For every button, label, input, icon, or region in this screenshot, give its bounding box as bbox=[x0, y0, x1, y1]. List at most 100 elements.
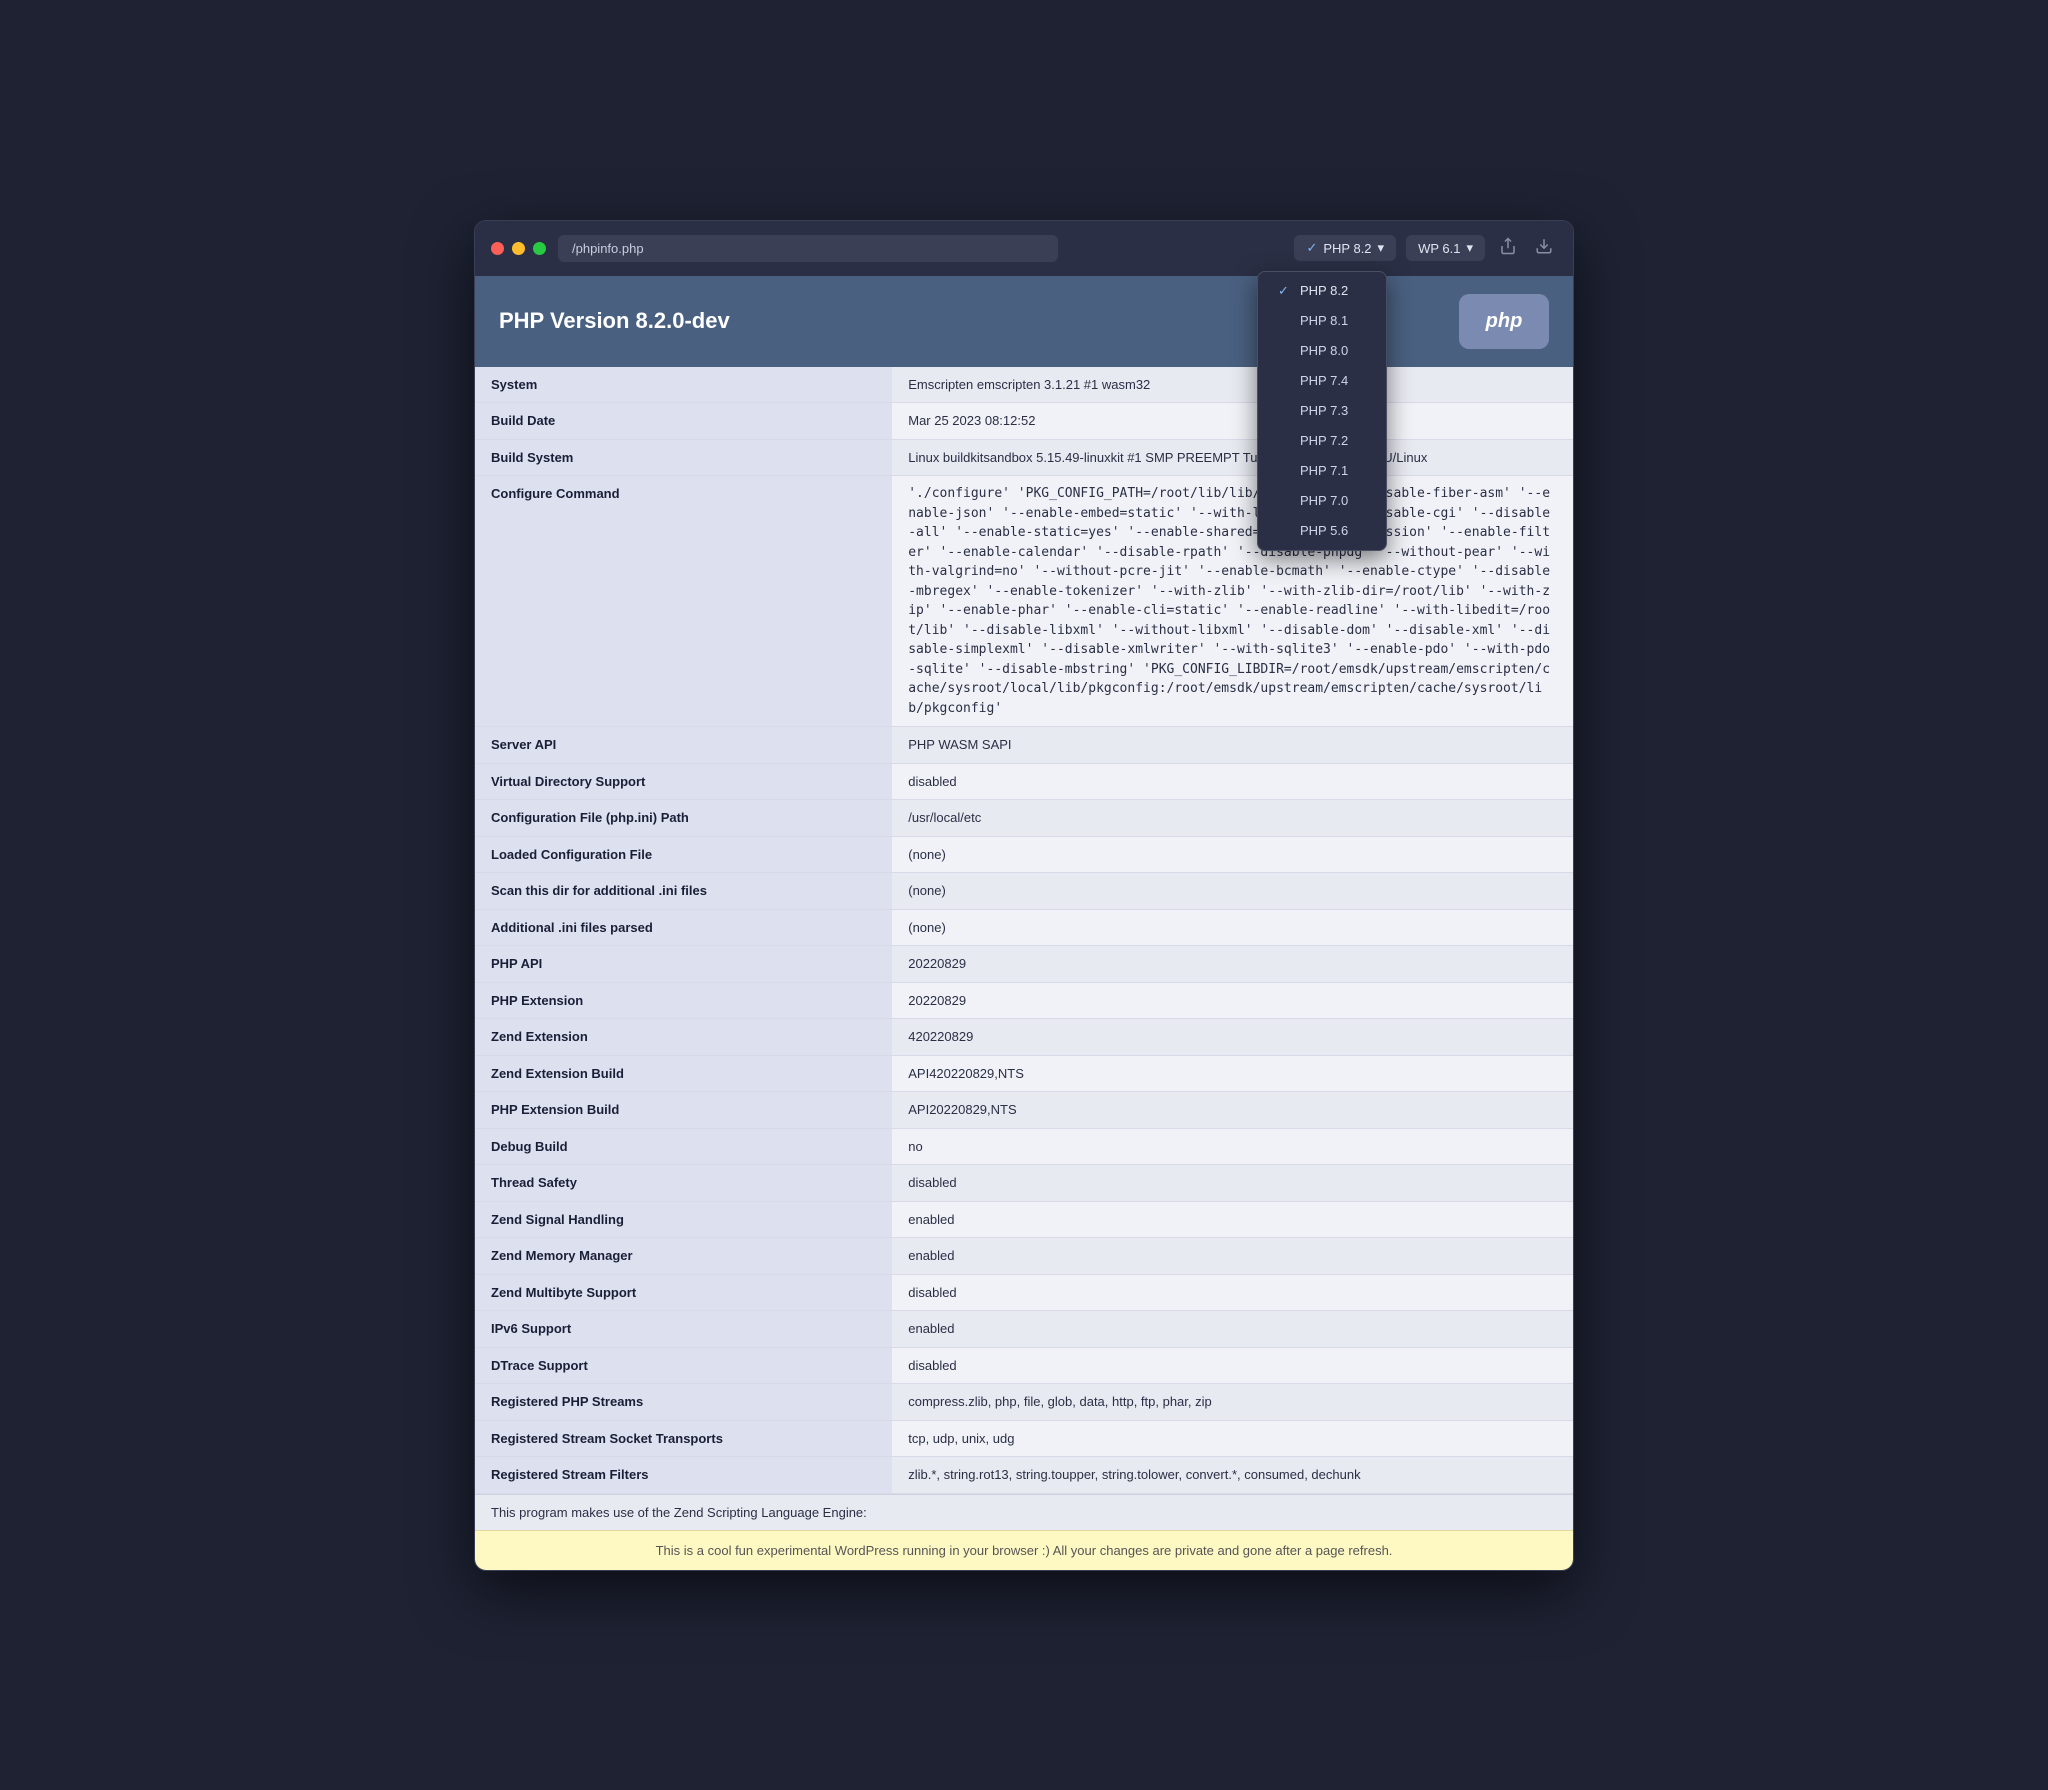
check-placeholder: ✓ bbox=[1278, 493, 1292, 509]
php-version-dropdown: ✓ PHP 8.2 ✓ PHP 8.1 ✓ PHP 8.0 ✓ PHP 7.4 … bbox=[1257, 271, 1387, 551]
php-check-icon: ✓ bbox=[1306, 240, 1317, 256]
table-row: Loaded Configuration File(none) bbox=[475, 836, 1573, 873]
php-header: PHP Version 8.2.0-dev php bbox=[475, 276, 1573, 367]
table-value: enabled bbox=[892, 1201, 1573, 1238]
dropdown-item-php82[interactable]: ✓ PHP 8.2 bbox=[1258, 276, 1386, 306]
table-key: Registered Stream Filters bbox=[475, 1457, 892, 1494]
table-row: Additional .ini files parsed(none) bbox=[475, 909, 1573, 946]
table-value: enabled bbox=[892, 1311, 1573, 1348]
dropdown-item-php73[interactable]: ✓ PHP 7.3 bbox=[1258, 396, 1386, 426]
table-row: Registered PHP Streamscompress.zlib, php… bbox=[475, 1384, 1573, 1421]
table-value: disabled bbox=[892, 1165, 1573, 1202]
footer-note: This program makes use of the Zend Scrip… bbox=[475, 1494, 1573, 1530]
dropdown-item-php70[interactable]: ✓ PHP 7.0 bbox=[1258, 486, 1386, 516]
table-key: Additional .ini files parsed bbox=[475, 909, 892, 946]
table-row: Build SystemLinux buildkitsandbox 5.15.4… bbox=[475, 439, 1573, 476]
download-button[interactable] bbox=[1531, 233, 1557, 264]
table-key: Loaded Configuration File bbox=[475, 836, 892, 873]
table-key: PHP Extension bbox=[475, 982, 892, 1019]
table-key: Zend Extension Build bbox=[475, 1055, 892, 1092]
table-key: Zend Memory Manager bbox=[475, 1238, 892, 1275]
table-key: PHP Extension Build bbox=[475, 1092, 892, 1129]
table-row: Registered Stream Filterszlib.*, string.… bbox=[475, 1457, 1573, 1494]
titlebar: /phpinfo.php ✓ PHP 8.2 ✓ PHP 8.1 ✓ PHP 8… bbox=[475, 221, 1573, 276]
table-row: Zend Memory Managerenabled bbox=[475, 1238, 1573, 1275]
wp-version-button[interactable]: WP 6.1 ▾ bbox=[1406, 235, 1485, 261]
dropdown-item-php71[interactable]: ✓ PHP 7.1 bbox=[1258, 456, 1386, 486]
table-key: Scan this dir for additional .ini files bbox=[475, 873, 892, 910]
table-row: Zend Extension420220829 bbox=[475, 1019, 1573, 1056]
traffic-lights bbox=[491, 242, 546, 255]
dropdown-item-php72[interactable]: ✓ PHP 7.2 bbox=[1258, 426, 1386, 456]
table-value: (none) bbox=[892, 909, 1573, 946]
chevron-down-icon: ▾ bbox=[1378, 240, 1385, 256]
table-key: Server API bbox=[475, 727, 892, 764]
check-icon: ✓ bbox=[1278, 283, 1292, 299]
table-value: Linux buildkitsandbox 5.15.49-linuxkit #… bbox=[892, 439, 1573, 476]
table-value: API420220829,NTS bbox=[892, 1055, 1573, 1092]
check-placeholder: ✓ bbox=[1278, 373, 1292, 389]
table-key: Build System bbox=[475, 439, 892, 476]
table-key: Zend Extension bbox=[475, 1019, 892, 1056]
main-window: /phpinfo.php ✓ PHP 8.2 ✓ PHP 8.1 ✓ PHP 8… bbox=[474, 220, 1574, 1571]
table-value: disabled bbox=[892, 1274, 1573, 1311]
php-logo: php bbox=[1459, 294, 1549, 349]
table-key: Zend Multibyte Support bbox=[475, 1274, 892, 1311]
dropdown-item-php80[interactable]: ✓ PHP 8.0 bbox=[1258, 336, 1386, 366]
check-placeholder: ✓ bbox=[1278, 343, 1292, 359]
table-row: IPv6 Supportenabled bbox=[475, 1311, 1573, 1348]
check-placeholder: ✓ bbox=[1278, 313, 1292, 329]
table-row: Debug Buildno bbox=[475, 1128, 1573, 1165]
table-row: Build DateMar 25 2023 08:12:52 bbox=[475, 403, 1573, 440]
table-key: Build Date bbox=[475, 403, 892, 440]
maximize-button[interactable] bbox=[533, 242, 546, 255]
table-row: Configure Command'./configure' 'PKG_CONF… bbox=[475, 476, 1573, 727]
table-value: compress.zlib, php, file, glob, data, ht… bbox=[892, 1384, 1573, 1421]
table-value: (none) bbox=[892, 873, 1573, 910]
table-row: Virtual Directory Supportdisabled bbox=[475, 763, 1573, 800]
table-value: 20220829 bbox=[892, 982, 1573, 1019]
dropdown-item-php74[interactable]: ✓ PHP 7.4 bbox=[1258, 366, 1386, 396]
table-key: Zend Signal Handling bbox=[475, 1201, 892, 1238]
table-value: PHP WASM SAPI bbox=[892, 727, 1573, 764]
dropdown-item-php81[interactable]: ✓ PHP 8.1 bbox=[1258, 306, 1386, 336]
check-placeholder: ✓ bbox=[1278, 523, 1292, 539]
table-value: zlib.*, string.rot13, string.toupper, st… bbox=[892, 1457, 1573, 1494]
table-row: Zend Signal Handlingenabled bbox=[475, 1201, 1573, 1238]
info-table: SystemEmscripten emscripten 3.1.21 #1 wa… bbox=[475, 367, 1573, 1494]
table-row: PHP Extension BuildAPI20220829,NTS bbox=[475, 1092, 1573, 1129]
table-key: IPv6 Support bbox=[475, 1311, 892, 1348]
page-content: PHP Version 8.2.0-dev php SystemEmscript… bbox=[475, 276, 1573, 1530]
table-value: disabled bbox=[892, 1347, 1573, 1384]
table-value: enabled bbox=[892, 1238, 1573, 1275]
table-row: Zend Extension BuildAPI420220829,NTS bbox=[475, 1055, 1573, 1092]
url-bar[interactable]: /phpinfo.php bbox=[558, 235, 1058, 262]
php-version-title: PHP Version 8.2.0-dev bbox=[499, 308, 730, 334]
titlebar-right: ✓ PHP 8.2 ✓ PHP 8.1 ✓ PHP 8.0 ✓ PHP 7.4 … bbox=[1294, 233, 1557, 264]
table-value: Mar 25 2023 08:12:52 bbox=[892, 403, 1573, 440]
table-value: disabled bbox=[892, 763, 1573, 800]
table-value: /usr/local/etc bbox=[892, 800, 1573, 837]
php-version-button[interactable]: ✓ PHP 8.2 ▾ bbox=[1294, 235, 1396, 261]
table-key: Debug Build bbox=[475, 1128, 892, 1165]
table-key: System bbox=[475, 367, 892, 403]
table-value: 20220829 bbox=[892, 946, 1573, 983]
share-button[interactable] bbox=[1495, 233, 1521, 264]
table-value: Emscripten emscripten 3.1.21 #1 wasm32 bbox=[892, 367, 1573, 403]
table-key: Thread Safety bbox=[475, 1165, 892, 1202]
dropdown-item-php56[interactable]: ✓ PHP 5.6 bbox=[1258, 516, 1386, 546]
table-row: Scan this dir for additional .ini files(… bbox=[475, 873, 1573, 910]
close-button[interactable] bbox=[491, 242, 504, 255]
check-placeholder: ✓ bbox=[1278, 403, 1292, 419]
table-row: Thread Safetydisabled bbox=[475, 1165, 1573, 1202]
table-key: Virtual Directory Support bbox=[475, 763, 892, 800]
check-placeholder: ✓ bbox=[1278, 433, 1292, 449]
minimize-button[interactable] bbox=[512, 242, 525, 255]
table-row: Zend Multibyte Supportdisabled bbox=[475, 1274, 1573, 1311]
table-key: Configuration File (php.ini) Path bbox=[475, 800, 892, 837]
table-row: DTrace Supportdisabled bbox=[475, 1347, 1573, 1384]
table-value: './configure' 'PKG_CONFIG_PATH=/root/lib… bbox=[892, 476, 1573, 727]
table-key: Registered Stream Socket Transports bbox=[475, 1420, 892, 1457]
table-row: PHP Extension20220829 bbox=[475, 982, 1573, 1019]
table-key: DTrace Support bbox=[475, 1347, 892, 1384]
